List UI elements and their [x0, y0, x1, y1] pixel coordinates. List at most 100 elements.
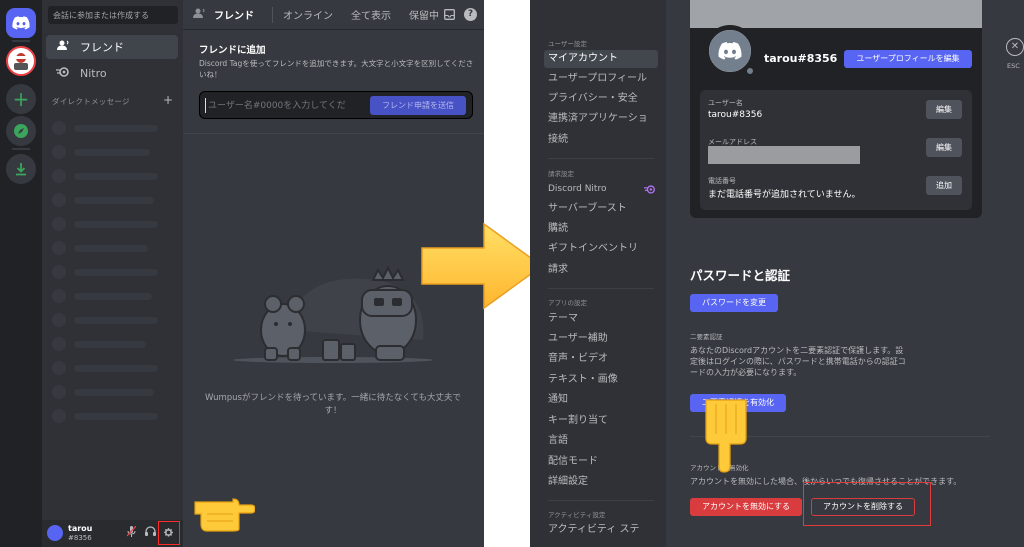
sidebar-divider	[548, 288, 654, 289]
create-dm-button[interactable]: +	[163, 93, 173, 107]
dm-placeholder	[52, 385, 162, 399]
sidebar-item-language[interactable]: 言語	[544, 432, 658, 450]
settings-sidebar: ユーザー設定 マイアカウント ユーザープロフィール プライバシー・安全 連携済ア…	[530, 0, 666, 547]
sidebar-item-notifications[interactable]: 通知	[544, 391, 658, 409]
nav-nitro[interactable]: Nitro	[46, 61, 178, 85]
account-info-box: ユーザー名 tarou#8356 編集 メールアドレス 編集 電話番号 まだ電話…	[700, 90, 972, 210]
user-tag: #8356	[68, 534, 92, 542]
sidebar-item-streamer-mode[interactable]: 配信モード	[544, 453, 658, 471]
settings-screen: ユーザー設定 マイアカウント ユーザープロフィール プライバシー・安全 連携済ア…	[530, 0, 1024, 547]
sidebar-item-billing[interactable]: 請求	[544, 261, 658, 279]
sidebar-item-user-profile[interactable]: ユーザープロフィール	[544, 70, 658, 88]
empty-state-text: Wumpusがフレンドを待っています。一緒に待たなくても大丈夫です！	[204, 393, 462, 416]
settings-header-billing: 請求設定	[548, 170, 574, 178]
dm-placeholder	[52, 241, 162, 255]
settings-header-activity: アクティビティ設定	[548, 511, 606, 519]
phone-value: まだ電話番号が追加されていません。	[708, 190, 861, 200]
user-panel: tarou #8356	[42, 520, 183, 547]
add-friend-input[interactable]	[208, 98, 363, 114]
settings-header-app: アプリの設定	[548, 299, 587, 307]
avatar[interactable]	[47, 525, 63, 541]
sidebar-item-theme[interactable]: テーマ	[544, 310, 658, 328]
delete-highlight-box	[803, 482, 931, 526]
explore-servers-icon[interactable]	[6, 116, 36, 146]
dm-sidebar: 会話に参加または作成する フレンド Nitro ダイレクトメッセージ +	[42, 0, 183, 547]
dm-placeholder	[52, 145, 162, 159]
discord-logo-icon	[709, 30, 751, 72]
tab-online[interactable]: オンライン	[283, 7, 333, 22]
sidebar-item-nitro[interactable]: Discord Nitro	[544, 180, 658, 198]
dm-placeholder	[52, 217, 162, 231]
phone-label: 電話番号	[708, 177, 736, 185]
dm-placeholder	[52, 121, 162, 135]
friends-topbar: フレンド オンライン 全て表示 保留中	[183, 0, 484, 30]
profile-name: tarou#8356	[764, 52, 838, 65]
edit-email-button[interactable]: 編集	[926, 138, 962, 157]
wumpus-illustration-icon	[233, 265, 433, 363]
sidebar-item-activity-status[interactable]: アクティビティ ステ	[544, 521, 658, 539]
dm-placeholder	[52, 265, 162, 279]
nitro-icon	[54, 66, 72, 80]
add-server-icon[interactable]: +	[6, 84, 36, 114]
sidebar-item-accessibility[interactable]: ユーザー補助	[544, 330, 658, 348]
inbox-icon[interactable]	[444, 9, 455, 23]
send-friend-request-button[interactable]: フレンド申請を送信	[370, 96, 466, 115]
server-avatar-icon[interactable]	[6, 46, 36, 76]
username-value: tarou#8356	[708, 110, 763, 120]
sidebar-item-privacy[interactable]: プライバシー・安全	[544, 90, 658, 108]
sidebar-item-gift-inventory[interactable]: ギフトインベントリ	[544, 240, 658, 258]
sidebar-item-my-account[interactable]: マイアカウント	[544, 50, 658, 68]
close-icon[interactable]: ✕	[1006, 38, 1024, 56]
twofa-description: あなたのDiscordアカウントを二要素認証で保護します。設定後はログインの際に…	[690, 346, 906, 377]
settings-highlight-box	[158, 521, 180, 545]
edit-profile-button[interactable]: ユーザープロフィールを編集	[844, 50, 972, 68]
dm-header: ダイレクトメッセージ	[52, 97, 130, 106]
username-label: ユーザー名	[708, 99, 743, 107]
dm-placeholder	[52, 409, 162, 423]
text-caret	[205, 98, 206, 113]
sidebar-item-server-boost[interactable]: サーバーブースト	[544, 200, 658, 218]
dm-placeholder	[52, 313, 162, 327]
headphones-icon[interactable]	[145, 526, 156, 539]
nav-friends-label: フレンド	[80, 41, 124, 54]
dm-placeholder	[52, 193, 162, 207]
twofa-header: 二要素認証	[690, 333, 723, 341]
download-apps-icon[interactable]	[6, 154, 36, 184]
close-label: ESC	[1007, 62, 1020, 70]
dm-placeholder	[52, 361, 162, 375]
sidebar-divider	[548, 500, 654, 501]
discord-home-icon[interactable]	[6, 8, 36, 38]
nitro-icon	[644, 185, 656, 197]
add-friend-description: Discord Tagを使ってフレンドを追加できます。大文字と小文字を区別してく…	[199, 59, 474, 79]
disable-account-button[interactable]: アカウントを無効にする	[690, 498, 802, 516]
password-section-title: パスワードと認証	[690, 268, 791, 283]
sidebar-item-voice-video[interactable]: 音声・ビデオ	[544, 350, 658, 368]
page-title: フレンド	[214, 11, 254, 22]
topbar-divider	[272, 6, 273, 23]
pointing-hand-icon	[705, 399, 747, 473]
tab-all[interactable]: 全て表示	[351, 7, 391, 22]
sidebar-item-text-images[interactable]: テキスト・画像	[544, 371, 658, 389]
nav-nitro-label: Nitro	[80, 66, 107, 80]
conversation-search[interactable]: 会話に参加または作成する	[48, 6, 178, 24]
help-icon[interactable]: ?	[464, 8, 477, 21]
big-arrow-icon	[421, 222, 544, 310]
change-password-button[interactable]: パスワードを変更	[690, 294, 778, 312]
nav-friends[interactable]: フレンド	[46, 35, 178, 59]
profile-card: tarou#8356 ユーザープロフィールを編集 ユーザー名 tarou#835…	[690, 25, 982, 218]
tab-pending[interactable]: 保留中	[409, 7, 439, 22]
sidebar-item-subscriptions[interactable]: 購読	[544, 220, 658, 238]
sidebar-item-connections[interactable]: 接続	[544, 131, 658, 149]
status-indicator	[744, 65, 756, 77]
friends-wave-icon	[193, 8, 206, 22]
add-phone-button[interactable]: 追加	[926, 176, 962, 195]
sidebar-item-authorized-apps[interactable]: 連携済アプリケーショ	[544, 110, 658, 128]
edit-username-button[interactable]: 編集	[926, 100, 962, 119]
profile-banner	[690, 0, 982, 28]
dm-placeholder	[52, 337, 162, 351]
mute-mic-icon[interactable]	[126, 525, 137, 540]
sidebar-divider	[548, 158, 654, 159]
add-friend-box: フレンド申請を送信	[199, 91, 473, 119]
sidebar-item-advanced[interactable]: 詳細設定	[544, 473, 658, 491]
sidebar-item-keybinds[interactable]: キー割り当て	[544, 412, 658, 430]
